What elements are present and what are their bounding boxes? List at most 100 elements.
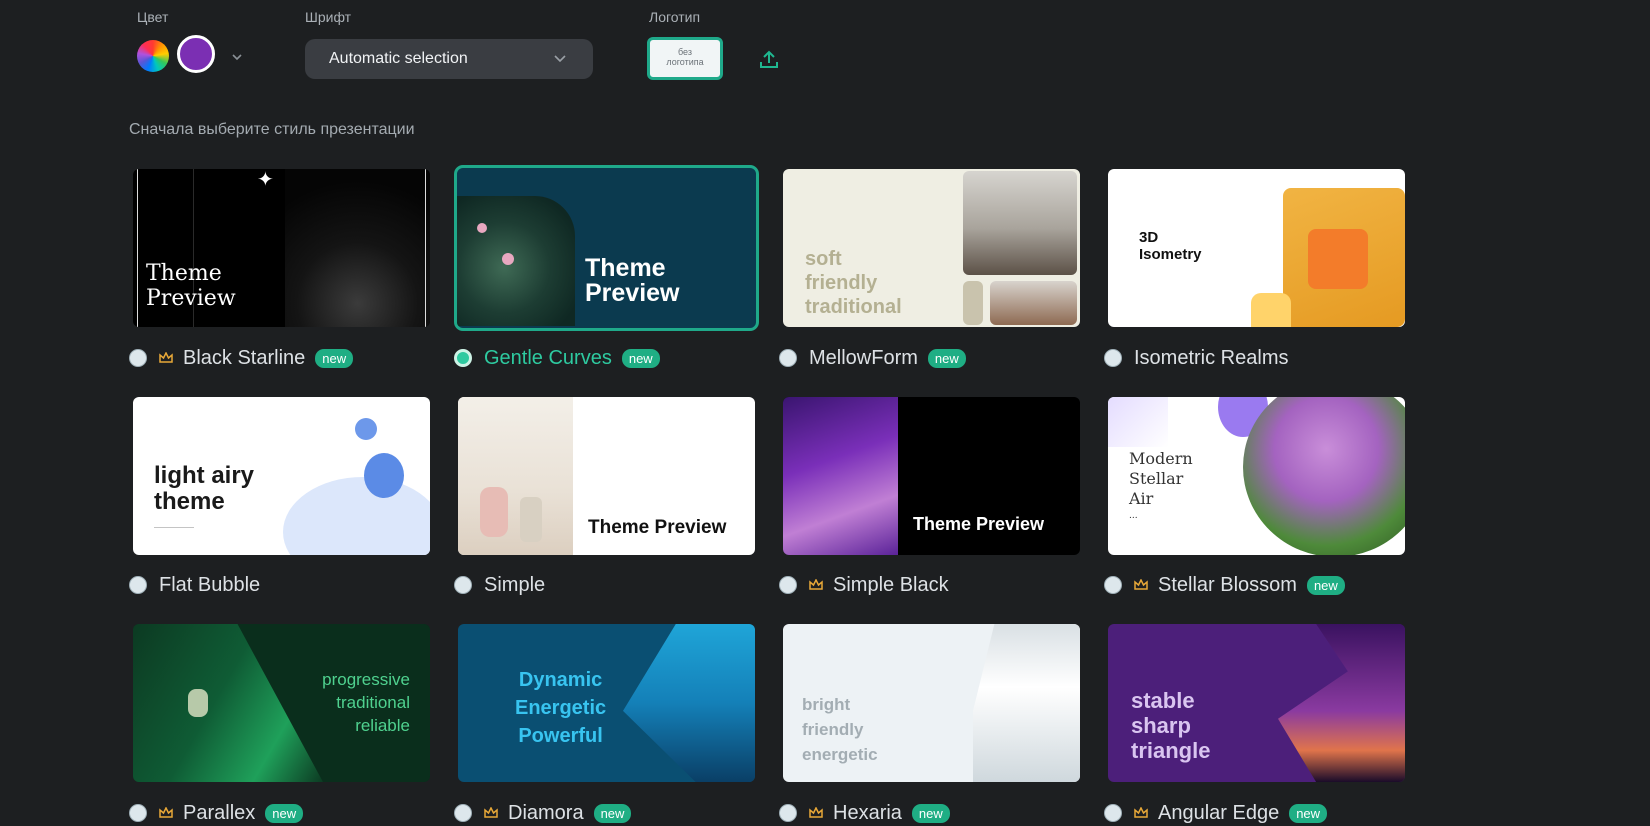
logo-placeholder-text: логотипа xyxy=(666,57,704,67)
theme-preview-text: light airy theme xyxy=(154,463,254,515)
chevron-down-icon[interactable] xyxy=(230,50,244,64)
preview-line: Stellar xyxy=(1129,469,1184,488)
radio-button[interactable] xyxy=(129,576,147,594)
theme-card-mellowform[interactable]: soft friendly traditional xyxy=(783,169,1080,327)
theme-preview-image xyxy=(133,624,323,782)
radio-button[interactable] xyxy=(129,349,147,367)
theme-card-simple[interactable]: Theme Preview xyxy=(458,397,755,555)
theme-card-diamora[interactable]: Dynamic Energetic Powerful xyxy=(458,624,755,782)
theme-card-hexaria[interactable]: bright friendly energetic xyxy=(783,624,1080,782)
theme-preview-text: Theme Preview xyxy=(146,261,236,311)
illustration-shape xyxy=(1308,229,1368,289)
theme-option-flat-bubble[interactable]: Flat Bubble xyxy=(129,572,260,598)
theme-card-stellar-blossom[interactable]: Modern Stellar Air ... xyxy=(1108,397,1405,555)
preview-line: Isometry xyxy=(1139,246,1202,263)
logo-placeholder-text: без xyxy=(678,47,692,57)
radio-button[interactable] xyxy=(779,349,797,367)
theme-name: Stellar Blossom xyxy=(1158,573,1297,596)
theme-option-simple[interactable]: Simple xyxy=(454,572,545,598)
theme-preview-image xyxy=(1278,624,1405,782)
radio-button[interactable] xyxy=(779,804,797,822)
radio-button[interactable] xyxy=(1104,349,1122,367)
new-badge: new xyxy=(265,803,304,823)
radio-button[interactable] xyxy=(454,576,472,594)
radio-button-selected[interactable] xyxy=(454,349,472,367)
theme-card-isometric-realms[interactable]: 3D Isometry xyxy=(1108,169,1405,327)
theme-option-stellar-blossom[interactable]: Stellar Blossom new xyxy=(1104,572,1345,598)
new-badge: new xyxy=(593,803,632,823)
chevron-down-icon xyxy=(554,55,566,63)
theme-preview-text: progressive traditional reliable xyxy=(322,668,410,737)
preview-line: traditional xyxy=(805,296,902,318)
crown-icon xyxy=(159,352,173,363)
new-badge: new xyxy=(621,348,660,368)
theme-option-simple-black[interactable]: Simple Black xyxy=(779,572,949,598)
font-select-value: Automatic selection xyxy=(329,50,468,67)
theme-option-mellowform[interactable]: MellowForm new xyxy=(779,345,966,371)
theme-preview-text: Modern Stellar Air ... xyxy=(1129,449,1193,523)
radio-button[interactable] xyxy=(454,804,472,822)
preview-line: friendly xyxy=(805,272,878,294)
theme-preview-image xyxy=(783,397,898,555)
decor-shape xyxy=(283,477,430,555)
preview-line: Energetic xyxy=(515,697,607,719)
theme-card-angular-edge[interactable]: stable sharp triangle xyxy=(1108,624,1405,782)
theme-card-flat-bubble[interactable]: light airy theme xyxy=(133,397,430,555)
theme-option-parallex[interactable]: Parallex new xyxy=(129,800,304,826)
theme-card-gentle-curves[interactable]: Theme Preview xyxy=(454,165,759,331)
preview-line: ... xyxy=(1129,511,1138,521)
theme-name: Flat Bubble xyxy=(159,573,261,596)
new-badge: new xyxy=(911,803,950,823)
crown-icon xyxy=(809,579,823,590)
theme-card-black-starline[interactable]: ✦ Theme Preview xyxy=(133,169,430,327)
astronaut-shape xyxy=(188,689,208,717)
radio-button[interactable] xyxy=(779,576,797,594)
theme-option-isometric-realms[interactable]: Isometric Realms xyxy=(1104,345,1288,371)
preview-line: triangle xyxy=(1131,738,1211,763)
theme-name: Simple Black xyxy=(833,573,949,596)
crown-icon xyxy=(484,807,498,818)
preview-line: friendly xyxy=(802,720,864,739)
crown-icon xyxy=(809,807,823,818)
flower-icon xyxy=(502,253,514,265)
theme-name: Simple xyxy=(484,573,546,596)
new-badge: new xyxy=(1306,575,1345,595)
theme-name: Hexaria xyxy=(833,801,902,824)
preview-line: Powerful xyxy=(518,725,603,747)
theme-preview-image xyxy=(623,624,755,782)
theme-preview-text: Dynamic Energetic Powerful xyxy=(515,666,606,750)
preview-line: Air xyxy=(1129,489,1154,508)
preview-line: 3D xyxy=(1139,229,1159,246)
theme-option-angular-edge[interactable]: Angular Edge new xyxy=(1104,800,1328,826)
vase-shape xyxy=(480,487,508,537)
style-hint: Сначала выберите стиль презентации xyxy=(129,121,415,138)
theme-preview-text: stable sharp triangle xyxy=(1131,688,1210,763)
theme-preview-image xyxy=(963,171,1077,275)
decor-shape xyxy=(364,453,404,498)
theme-preview-image xyxy=(458,397,573,555)
theme-preview-image xyxy=(1243,397,1405,555)
selected-color-swatch[interactable] xyxy=(177,35,215,73)
crown-icon xyxy=(159,807,173,818)
theme-name: Black Starline xyxy=(183,346,306,369)
preview-line: energetic xyxy=(802,745,878,764)
preview-line: reliable xyxy=(355,716,410,735)
theme-preview-image xyxy=(285,169,430,327)
upload-icon[interactable] xyxy=(757,47,781,71)
radio-button[interactable] xyxy=(1104,804,1122,822)
theme-option-hexaria[interactable]: Hexaria new xyxy=(779,800,950,826)
theme-option-diamora[interactable]: Diamora new xyxy=(454,800,632,826)
radio-button[interactable] xyxy=(129,804,147,822)
logo-placeholder[interactable]: без логотипа xyxy=(647,37,723,80)
theme-card-parallex[interactable]: progressive traditional reliable xyxy=(133,624,430,782)
theme-card-simple-black[interactable]: Theme Preview xyxy=(783,397,1080,555)
theme-name: Gentle Curves xyxy=(484,346,612,369)
decor-shape xyxy=(1251,293,1291,327)
preview-line: traditional xyxy=(336,693,410,712)
color-wheel-icon[interactable] xyxy=(137,40,169,72)
font-select[interactable]: Automatic selection xyxy=(305,39,593,79)
radio-button[interactable] xyxy=(1104,576,1122,594)
theme-option-gentle-curves[interactable]: Gentle Curves new xyxy=(454,345,660,371)
theme-option-black-starline[interactable]: Black Starline new xyxy=(129,345,354,371)
preview-line: bright xyxy=(802,695,851,714)
